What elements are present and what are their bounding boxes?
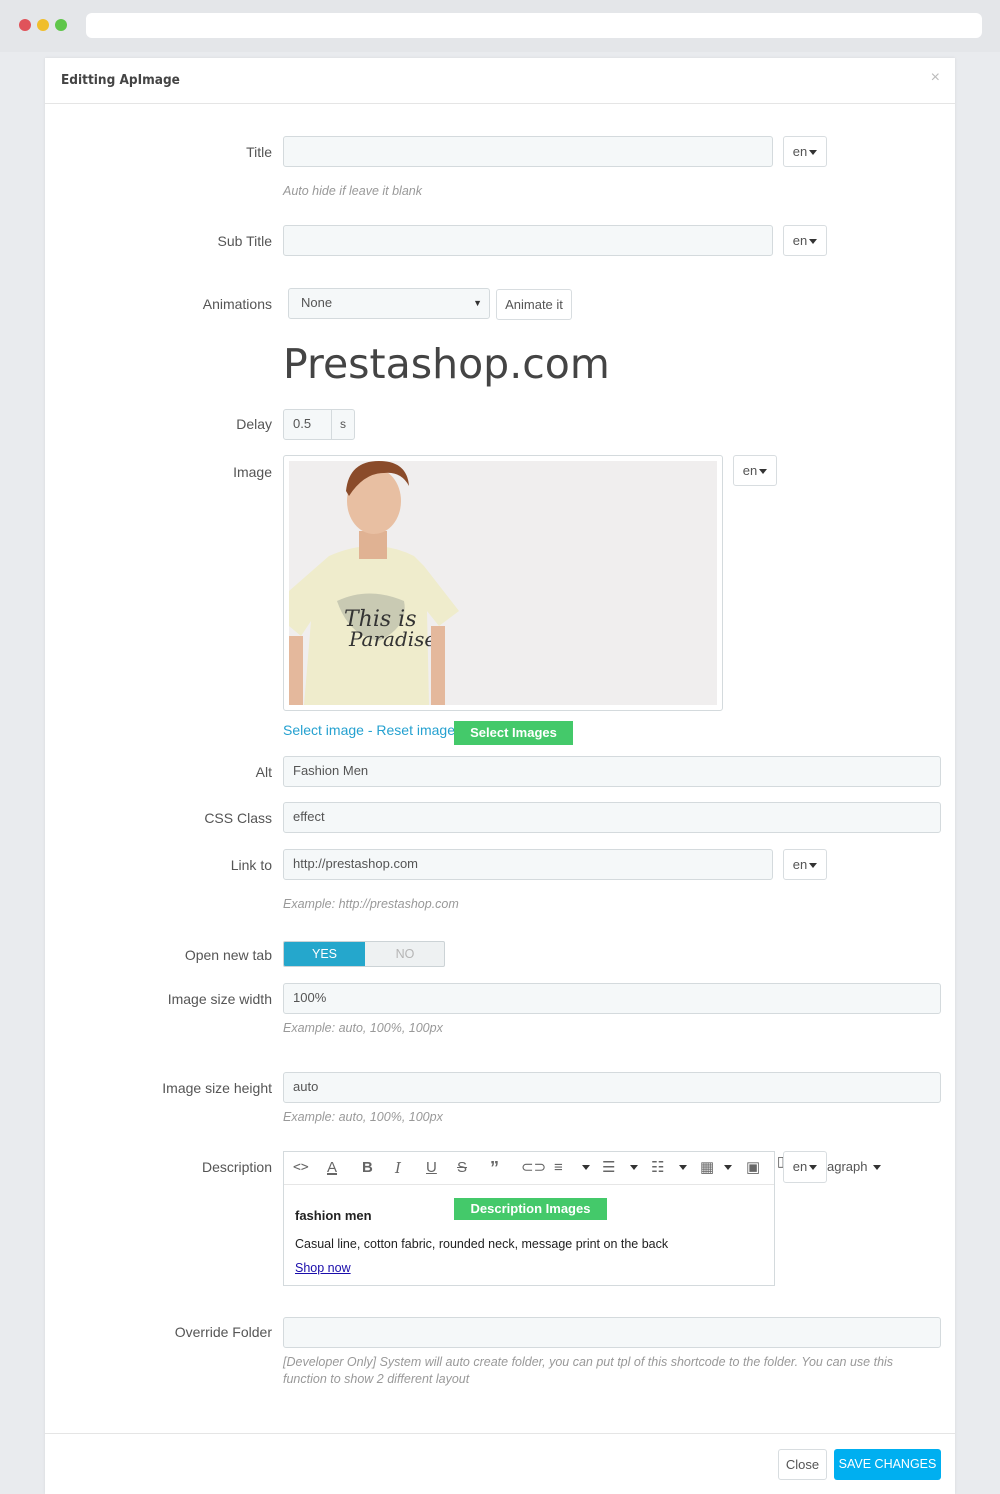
numbered-list-icon[interactable]: ☷ <box>651 1160 664 1176</box>
strikethrough-icon[interactable]: S <box>457 1160 467 1176</box>
select-arrow-icon: ▼ <box>473 298 482 308</box>
bullet-list-caret-icon[interactable] <box>630 1165 638 1170</box>
link-lang-label: en <box>792 857 808 872</box>
editor-toolbar: <> A B I U S ” ⊂⊃ ≡ ☰ ☷ ▦ ▣ <box>284 1152 774 1185</box>
description-body: Casual line, cotton fabric, rounded neck… <box>295 1237 669 1251</box>
text-color-icon[interactable]: A <box>327 1160 337 1176</box>
chevron-down-icon <box>873 1165 882 1171</box>
delay-unit-addon: s <box>331 409 355 440</box>
paragraph-format-dropdown[interactable]: agraph <box>827 1159 882 1174</box>
open-new-tab-label: Open new tab <box>184 947 272 963</box>
source-code-icon[interactable]: <> <box>293 1160 309 1176</box>
image-height-help: Example: auto, 100%, 100px <box>283 1110 443 1124</box>
animations-selected-value: None <box>301 295 333 310</box>
chevron-down-icon <box>809 863 818 869</box>
address-bar[interactable] <box>86 13 982 38</box>
image-width-help: Example: auto, 100%, 100px <box>283 1021 443 1035</box>
description-label: Description <box>201 1159 272 1175</box>
image-label: Image <box>233 464 272 480</box>
fashion-man-illustration: This is Paradise <box>289 461 459 705</box>
image-height-label: Image size height <box>162 1080 272 1096</box>
subtitle-lang-label: en <box>792 233 808 248</box>
browser-title-bar <box>0 0 1000 52</box>
close-icon[interactable]: × <box>931 69 940 87</box>
animate-it-button[interactable]: Animate it <box>496 289 572 320</box>
modal-title: Editting ApImage <box>61 72 180 88</box>
title-lang-label: en <box>792 144 808 159</box>
bold-icon[interactable]: B <box>362 1160 373 1176</box>
image-width-input[interactable]: 100% <box>283 983 941 1014</box>
css-class-input[interactable]: effect <box>283 802 941 833</box>
select-image-link[interactable]: Select image <box>283 722 364 738</box>
link-lang-dropdown[interactable]: en <box>783 849 827 880</box>
save-changes-button[interactable]: SAVE CHANGES <box>834 1449 941 1480</box>
italic-icon[interactable]: I <box>395 1160 401 1176</box>
chevron-down-icon <box>809 150 818 156</box>
subtitle-label: Sub Title <box>217 233 272 249</box>
description-images-tag: Description Images <box>454 1198 607 1220</box>
override-folder-label: Override Folder <box>174 1324 272 1340</box>
subtitle-input[interactable] <box>283 225 773 256</box>
link-separator: - <box>363 722 377 738</box>
minimize-window-dot[interactable] <box>37 19 49 31</box>
description-lang-dropdown[interactable]: en <box>783 1151 827 1183</box>
bullet-list-icon[interactable]: ☰ <box>602 1160 615 1176</box>
image-width-label: Image size width <box>167 991 272 1007</box>
link-icon[interactable]: ⊂⊃ <box>521 1160 546 1176</box>
close-window-dot[interactable] <box>19 19 31 31</box>
delay-input[interactable]: 0.5 <box>283 409 332 440</box>
maximize-window-dot[interactable] <box>55 19 67 31</box>
link-to-input[interactable]: http://prestashop.com <box>283 849 773 880</box>
shop-now-link[interactable]: Shop now <box>295 1261 351 1275</box>
underline-icon[interactable]: U <box>426 1160 437 1176</box>
close-button[interactable]: Close <box>778 1449 827 1480</box>
description-lang-label: en <box>792 1159 808 1174</box>
title-label: Title <box>246 144 272 160</box>
override-folder-help: [Developer Only] System will auto create… <box>283 1355 894 1386</box>
animation-preview-text: Prestashop.com <box>283 340 610 388</box>
chevron-down-icon <box>809 239 818 245</box>
image-height-input[interactable]: auto <box>283 1072 941 1103</box>
chevron-down-icon <box>759 469 768 475</box>
align-left-icon[interactable]: ≡ <box>554 1160 563 1176</box>
toggle-yes-option[interactable]: YES <box>284 942 365 966</box>
animations-label: Animations <box>202 296 272 312</box>
product-image: This is Paradise <box>289 461 717 705</box>
link-to-label: Link to <box>230 857 272 873</box>
override-folder-input[interactable] <box>283 1317 941 1348</box>
delay-label: Delay <box>236 416 272 432</box>
chevron-down-icon <box>809 1165 818 1171</box>
image-lang-label: en <box>742 463 758 478</box>
image-actions: Select image - Reset image <box>283 722 455 738</box>
align-caret-icon[interactable] <box>582 1165 590 1170</box>
select-images-tag: Select Images <box>454 721 573 745</box>
css-class-label: CSS Class <box>204 810 272 826</box>
description-heading: fashion men <box>295 1208 372 1223</box>
title-lang-dropdown[interactable]: en <box>783 136 827 167</box>
alt-label: Alt <box>255 764 272 780</box>
alt-input[interactable]: Fashion Men <box>283 756 941 787</box>
reset-image-link[interactable]: Reset image <box>376 722 455 738</box>
image-lang-dropdown[interactable]: en <box>733 455 777 486</box>
paragraph-format-label: agraph <box>827 1159 868 1174</box>
subtitle-lang-dropdown[interactable]: en <box>783 225 827 256</box>
open-new-tab-toggle[interactable]: YES NO <box>283 941 445 967</box>
numbered-list-caret-icon[interactable] <box>679 1165 687 1170</box>
edit-apimage-modal: Editting ApImage × Title en Auto hide if… <box>45 58 955 1494</box>
title-input[interactable] <box>283 136 773 167</box>
animations-select[interactable]: None ▼ <box>288 288 490 319</box>
blockquote-icon[interactable]: ” <box>490 1159 499 1177</box>
svg-text:Paradise: Paradise <box>348 627 436 651</box>
table-caret-icon[interactable] <box>724 1165 732 1170</box>
modal-header: Editting ApImage × <box>45 58 955 104</box>
image-preview-frame: This is Paradise <box>283 455 723 711</box>
table-icon[interactable]: ▦ <box>700 1160 714 1176</box>
image-icon[interactable]: ▣ <box>746 1160 760 1176</box>
toggle-no-option[interactable]: NO <box>365 942 444 966</box>
link-to-help: Example: http://prestashop.com <box>283 897 459 911</box>
title-help: Auto hide if leave it blank <box>283 184 422 198</box>
